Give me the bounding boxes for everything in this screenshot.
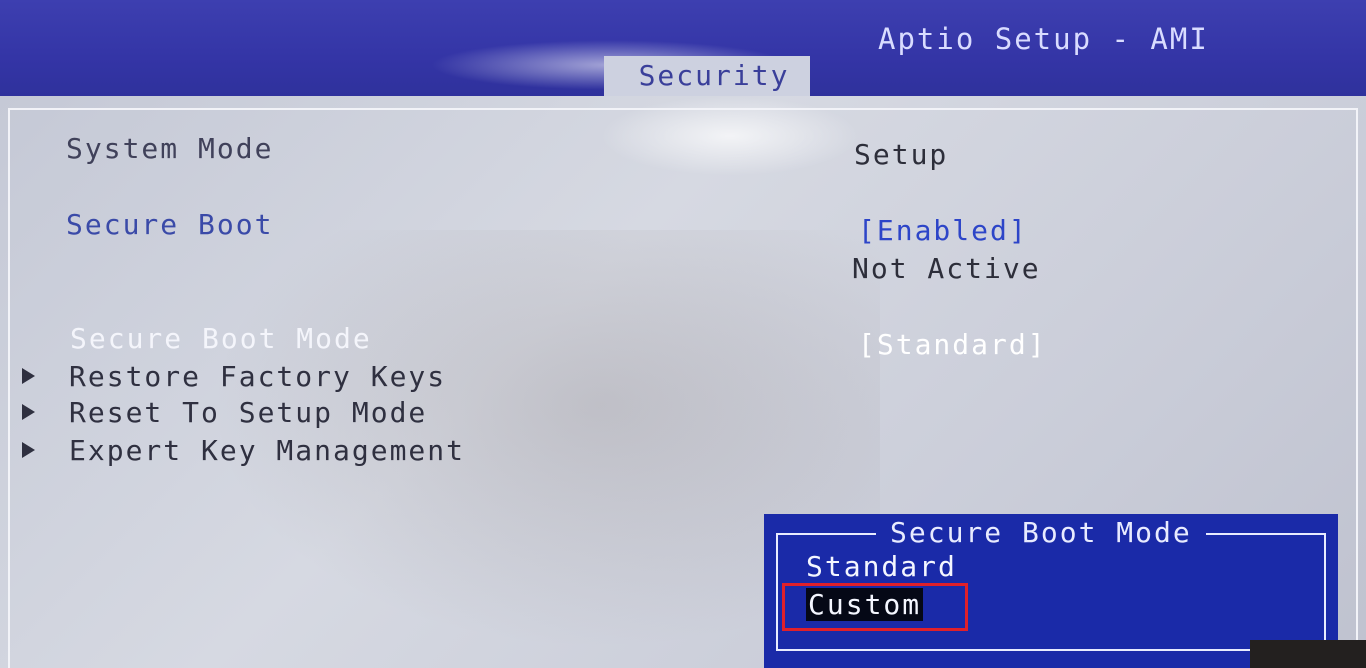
- bios-screen: Aptio Setup - AMI Security System Mode S…: [0, 0, 1366, 668]
- app-title: Aptio Setup - AMI: [878, 22, 1209, 56]
- submenu-label: Restore Factory Keys: [69, 360, 447, 393]
- popup-option-standard[interactable]: Standard: [806, 550, 957, 583]
- submenu-expert-key-management[interactable]: Expert Key Management: [22, 434, 465, 467]
- submenu-arrow-icon: [22, 404, 35, 420]
- submenu-arrow-icon: [22, 368, 35, 384]
- secure-boot-mode-value[interactable]: [Standard]: [858, 328, 1047, 361]
- submenu-restore-factory-keys[interactable]: Restore Factory Keys: [22, 360, 446, 393]
- submenu-label: Reset To Setup Mode: [69, 396, 428, 429]
- secure-boot-value[interactable]: [Enabled]: [858, 214, 1028, 247]
- system-mode-value: Setup: [854, 138, 949, 171]
- secure-boot-mode-label[interactable]: Secure Boot Mode: [70, 322, 372, 355]
- submenu-arrow-icon: [22, 442, 35, 458]
- header-bar: Aptio Setup - AMI Security: [0, 0, 1366, 96]
- popup-title: Secure Boot Mode: [876, 516, 1206, 549]
- secure-boot-label[interactable]: Secure Boot: [66, 208, 273, 241]
- annotation-highlight-box: [782, 583, 968, 631]
- secure-boot-status: Not Active: [852, 252, 1041, 285]
- tab-security[interactable]: Security: [604, 56, 810, 96]
- submenu-label: Expert Key Management: [69, 434, 466, 467]
- submenu-reset-to-setup-mode[interactable]: Reset To Setup Mode: [22, 396, 427, 429]
- system-mode-label: System Mode: [66, 132, 274, 165]
- bezel-corner: [1250, 640, 1366, 668]
